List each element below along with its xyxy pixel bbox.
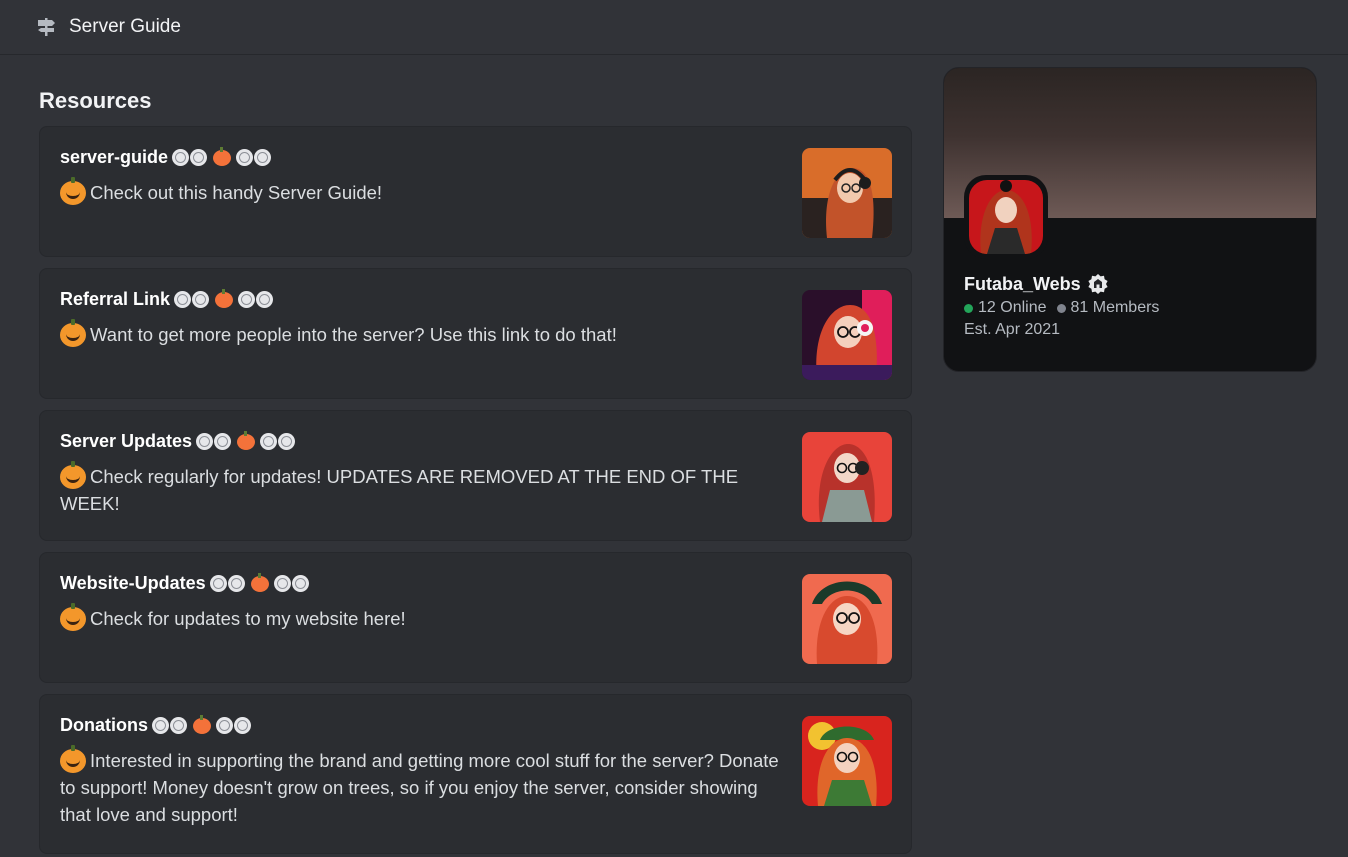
online-status-dot	[964, 303, 973, 313]
server-avatar[interactable]	[964, 175, 1048, 259]
pumpkin-icon	[60, 745, 86, 773]
server-established: Est. Apr 2021	[964, 321, 1061, 338]
pumpkin-icon	[60, 461, 86, 489]
resource-card-server-guide[interactable]: server-guide Check out this handy Server…	[39, 126, 912, 257]
resource-title: server-guide	[60, 146, 272, 168]
spiderweb-pumpkin-decoration	[209, 572, 310, 592]
spiderweb-pumpkin-decoration	[174, 288, 274, 308]
resource-thumbnail	[802, 574, 892, 664]
online-count: 12 Online	[978, 299, 1047, 316]
resource-title: Referral Link	[60, 288, 274, 310]
resource-card-website-updates[interactable]: Website-Updates Check for updates to my …	[39, 552, 912, 683]
spiderweb-pumpkin-decoration	[172, 146, 272, 166]
resource-thumbnail	[802, 716, 892, 806]
community-badge-icon	[1087, 273, 1109, 295]
server-name: Futaba_Webs	[964, 273, 1109, 295]
resource-card-server-updates[interactable]: Server Updates Check regularly for updat…	[39, 410, 912, 541]
resource-title: Website-Updates	[60, 572, 310, 594]
resource-description: Check for updates to my website here!	[60, 603, 760, 632]
resource-thumbnail	[802, 148, 892, 238]
resource-description: Check out this handy Server Guide!	[60, 177, 760, 206]
resource-description: Check regularly for updates! UPDATES ARE…	[60, 461, 739, 514]
server-stats: 12 Online 81 Members	[964, 299, 1159, 317]
resource-description: Interested in supporting the brand and g…	[60, 745, 779, 825]
page-title: Server Guide	[69, 16, 181, 37]
resource-title: Server Updates	[60, 430, 296, 452]
resource-card-donations[interactable]: Donations Interested in supporting the b…	[39, 694, 912, 854]
members-status-dot	[1056, 303, 1066, 313]
resource-description: Want to get more people into the server?…	[60, 319, 760, 348]
pumpkin-icon	[60, 319, 86, 347]
pumpkin-icon	[60, 603, 86, 631]
spiderweb-pumpkin-decoration	[152, 714, 252, 734]
resource-thumbnail	[802, 290, 892, 380]
top-bar: Server Guide	[0, 0, 1348, 55]
pumpkin-icon	[60, 177, 86, 205]
resource-thumbnail	[802, 432, 892, 522]
resource-title: Donations	[60, 714, 252, 736]
server-profile-card[interactable]: Futaba_Webs 12 Online 81 Members Est. Ap…	[943, 67, 1317, 372]
spiderweb-pumpkin-decoration	[196, 430, 296, 450]
signpost-icon	[35, 16, 57, 38]
resources-heading: Resources	[39, 88, 152, 113]
resource-card-referral-link[interactable]: Referral Link Want to get more people in…	[39, 268, 912, 399]
member-count: 81 Members	[1070, 299, 1160, 316]
